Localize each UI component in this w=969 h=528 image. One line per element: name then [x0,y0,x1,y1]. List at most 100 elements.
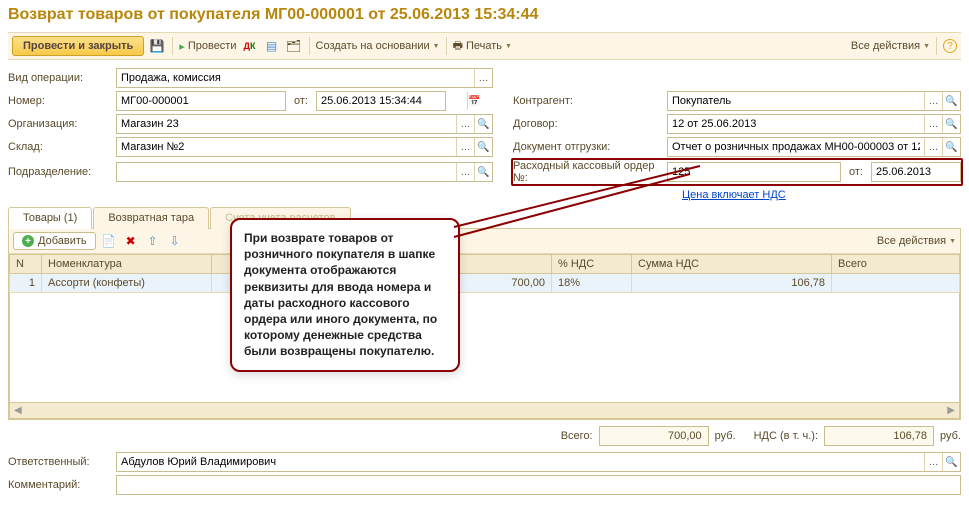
dtdt-icon[interactable]: ДК [241,37,259,55]
print-button[interactable]: 🖶 Печать ▼ [453,37,512,56]
col-vat-sum[interactable]: Сумма НДС [632,255,832,274]
responsible-field[interactable]: … 🔍 [116,452,961,472]
ellipsis-icon[interactable]: … [924,453,942,471]
org-input[interactable] [117,115,456,133]
counterparty-input[interactable] [668,92,924,110]
col-5[interactable] [457,255,552,274]
org-label: Организация: [8,118,112,130]
separator [936,37,937,55]
counterparty-label: Контрагент: [513,95,663,107]
all-actions-label: Все действия [851,40,920,52]
vat-link[interactable]: Цена включает НДС [682,187,961,207]
cell-vat-rate[interactable]: 18% [552,274,632,293]
ellipsis-icon[interactable]: … [924,115,942,133]
plus-icon: + [22,235,34,247]
delete-icon[interactable]: ✖ [122,232,140,250]
col-n[interactable]: N [10,255,42,274]
tab-panel: + Добавить 📄 ✖ ⇧ ⇩ Все действия ▼ N Номе… [8,228,961,420]
ellipsis-icon[interactable]: … [456,115,474,133]
vat-total-value: 106,78 [824,426,934,446]
grid-all-actions-label: Все действия [877,235,946,247]
search-icon[interactable]: 🔍 [474,138,492,156]
tab-goods[interactable]: Товары (1) [8,207,92,229]
chevron-down-icon: ▼ [923,43,930,50]
add-button[interactable]: + Добавить [13,232,96,250]
ellipsis-icon[interactable]: … [456,138,474,156]
cash-order-date-input[interactable] [872,163,969,181]
number-input[interactable] [117,92,285,110]
callout: При возврате товаров от розничного покуп… [230,218,460,372]
search-icon[interactable]: 🔍 [942,453,960,471]
col-vat-rate[interactable]: % НДС [552,255,632,274]
separator [172,37,173,55]
table-row[interactable]: 1 Ассорти (конфеты) 700,00 18% 106,78 [10,274,960,293]
responsible-input[interactable] [117,453,924,471]
total-label: Всего: [561,430,593,442]
ellipsis-icon[interactable]: … [474,69,492,87]
org-field[interactable]: … 🔍 [116,114,493,134]
print-label: Печать [466,40,502,52]
main-toolbar: Провести и закрыть 💾 ▸ Провести ДК ▤ 🗂 С… [8,32,961,60]
goods-grid: N Номенклатура % НДС Сумма НДС Всего 1 А… [9,254,960,293]
create-based-button[interactable]: Создать на основании ▼ [316,40,440,52]
h-scrollbar[interactable]: ◀ ▶ [9,403,960,419]
search-icon[interactable]: 🔍 [942,115,960,133]
col-total[interactable]: Всего [832,255,960,274]
help-icon[interactable]: ? [943,39,957,53]
cell-item[interactable]: Ассорти (конфеты) [42,274,212,293]
tab-returnable[interactable]: Возвратная тара [93,207,209,229]
responsible-label: Ответственный: [8,456,112,468]
counterparty-field[interactable]: … 🔍 [667,91,961,111]
number-field[interactable] [116,91,286,111]
division-input[interactable] [117,163,456,181]
grid-all-actions-button[interactable]: Все действия ▼ [877,235,956,247]
warehouse-input[interactable] [117,138,456,156]
search-icon[interactable]: 🔍 [942,138,960,156]
struct-icon[interactable]: ▤ [263,37,281,55]
save-icon[interactable]: 💾 [148,37,166,55]
op-type-field[interactable]: … [116,68,493,88]
ellipsis-icon[interactable]: … [924,92,942,110]
comment-field[interactable] [116,475,961,495]
tree-icon[interactable]: 🗂 [285,37,303,55]
contract-field[interactable]: … 🔍 [667,114,961,134]
date-field[interactable]: 📅 [316,91,446,111]
calendar-icon[interactable]: 📅 [467,92,480,110]
printer-icon: 🖶 [453,37,463,56]
all-actions-button[interactable]: Все действия ▼ [851,40,930,52]
cell[interactable]: 700,00 [457,274,552,293]
comment-input[interactable] [117,476,960,494]
date-input[interactable] [317,92,467,110]
shipdoc-field[interactable]: … 🔍 [667,137,961,157]
scroll-left-icon[interactable]: ◀ [10,405,26,416]
grid-header-row: N Номенклатура % НДС Сумма НДС Всего [10,255,960,274]
scroll-right-icon[interactable]: ▶ [943,405,959,416]
total-value: 700,00 [599,426,709,446]
page-title: Возврат товаров от покупателя МГ00-00000… [8,2,961,32]
rub-label: руб. [940,430,961,442]
vat-total-label: НДС (в т. ч.): [754,430,818,442]
shipdoc-input[interactable] [668,138,924,156]
cell-vat-sum[interactable]: 106,78 [632,274,832,293]
cash-order-date-field[interactable]: 📅 [871,162,961,182]
grid-empty-area [9,293,960,403]
chevron-down-icon: ▼ [433,43,440,50]
separator [309,37,310,55]
ellipsis-icon[interactable]: … [924,138,942,156]
division-label: Подразделение: [8,166,112,178]
col-item[interactable]: Номенклатура [42,255,212,274]
number-label: Номер: [8,95,112,107]
cell-n[interactable]: 1 [10,274,42,293]
search-icon[interactable]: 🔍 [474,115,492,133]
cell-total[interactable] [832,274,960,293]
move-up-icon[interactable]: ⇧ [144,232,162,250]
op-type-input[interactable] [117,69,474,87]
warehouse-field[interactable]: … 🔍 [116,137,493,157]
search-icon[interactable]: 🔍 [942,92,960,110]
add-label: Добавить [38,235,87,247]
copy-icon[interactable]: 📄 [100,232,118,250]
contract-input[interactable] [668,115,924,133]
post-button[interactable]: ▸ Провести [179,40,236,53]
post-and-close-button[interactable]: Провести и закрыть [12,36,144,56]
move-down-icon[interactable]: ⇩ [166,232,184,250]
